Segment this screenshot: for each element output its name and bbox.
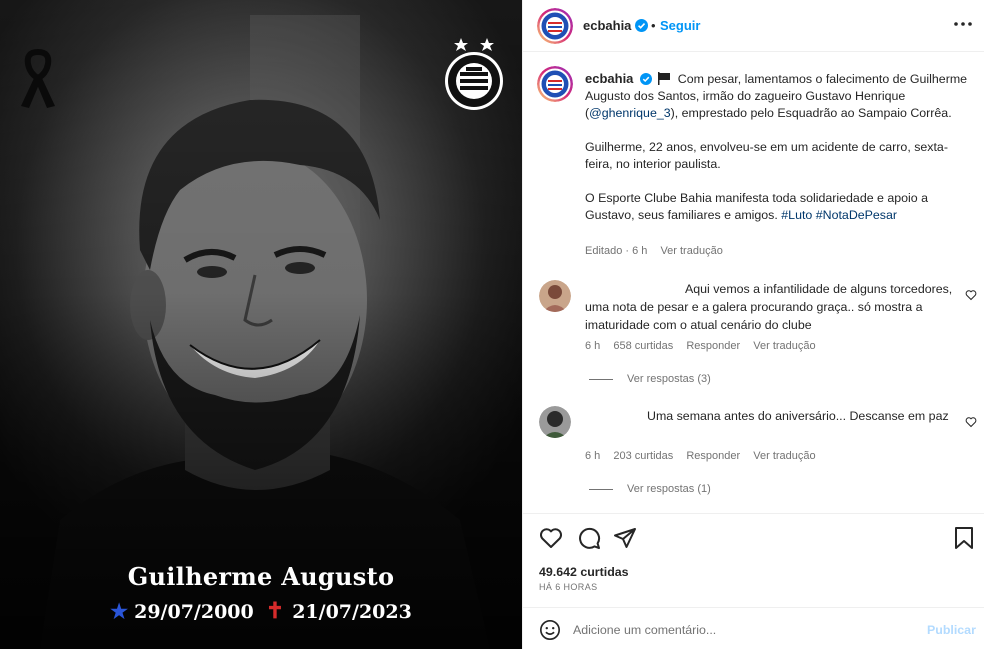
comment-1-meta: 6 h 658 curtidas Responder Ver tradução <box>585 340 826 352</box>
caption-translate-link[interactable]: Ver tradução <box>660 245 722 257</box>
comment-2-time: 6 h <box>585 450 601 462</box>
share-paper-plane-icon[interactable] <box>613 526 637 550</box>
comment-1-avatar[interactable] <box>539 280 571 312</box>
hashtag-notadepesar[interactable]: #NotaDePesar <box>816 208 897 222</box>
caption-text-2: Guilherme, 22 anos, envolveu-se em um ac… <box>585 140 948 171</box>
ecbahia-logo-icon <box>537 66 573 102</box>
ecbahia-logo-icon <box>537 8 573 44</box>
emoji-smiley-icon[interactable] <box>539 619 561 641</box>
club-badge-logo <box>445 38 503 110</box>
caption-text-1b: ), emprestado pelo Esquadrão ao Sampaio … <box>670 106 952 120</box>
user-photo-icon <box>539 406 571 438</box>
comment-1-text: Aqui vemos a infantilidade de alguns tor… <box>585 282 953 332</box>
comment-2-reply-button[interactable]: Responder <box>686 450 740 462</box>
comment-1-view-replies[interactable]: Ver respostas (3) <box>589 373 711 385</box>
comment-2-likes[interactable]: 203 curtidas <box>613 450 673 462</box>
red-cross-icon: ✝ <box>265 598 285 624</box>
comment-2-view-replies[interactable]: Ver respostas (1) <box>589 483 711 495</box>
mourning-ribbon-icon <box>21 48 55 108</box>
comment-2-translate-link[interactable]: Ver tradução <box>753 450 815 462</box>
more-options-icon[interactable] <box>953 14 973 34</box>
publish-button[interactable]: Publicar <box>927 623 976 637</box>
comment-2-avatar[interactable] <box>539 406 571 438</box>
replies-divider <box>589 488 613 490</box>
hashtag-luto[interactable]: #Luto <box>781 208 812 222</box>
post-header: ecbahia • Seguir <box>523 0 984 52</box>
ecbahia-avatar[interactable] <box>537 8 573 44</box>
comment-1-time: 6 h <box>585 340 601 352</box>
comment-2-meta: 6 h 203 curtidas Responder Ver tradução <box>585 450 826 462</box>
comment-1-like-icon[interactable] <box>965 289 977 301</box>
comment-1-reply-button[interactable]: Responder <box>686 340 740 352</box>
caption-edited-time: Editado · 6 h <box>585 245 648 257</box>
comment-2-replies-label[interactable]: Ver respostas (1) <box>627 483 711 495</box>
header-username[interactable]: ecbahia <box>583 18 631 33</box>
post-time-ago: HÁ 6 HORAS <box>539 582 598 592</box>
like-heart-icon[interactable] <box>539 526 563 550</box>
black-flag-icon <box>658 72 671 85</box>
mention-link[interactable]: @ghenrique_3 <box>589 106 670 120</box>
comment-2-like-icon[interactable] <box>965 416 977 428</box>
comment-1-translate-link[interactable]: Ver tradução <box>753 340 815 352</box>
header-separator: • <box>651 18 656 33</box>
post-side-panel: ecbahia • Seguir ecbahia Com pesar, lame… <box>522 0 984 649</box>
comment-1-replies-label[interactable]: Ver respostas (3) <box>627 373 711 385</box>
save-bookmark-icon[interactable] <box>953 526 975 550</box>
verified-badge-icon <box>635 19 648 32</box>
post-image[interactable]: Guilherme Augusto ★ 29/07/2000 ✝ 21/07/2023 <box>0 0 522 649</box>
caption-avatar[interactable] <box>537 66 573 102</box>
verified-badge-icon <box>639 73 652 85</box>
post-image-dates: ★ 29/07/2000 ✝ 21/07/2023 <box>0 598 522 624</box>
likes-count[interactable]: 49.642 curtidas <box>539 565 629 579</box>
comment-1-likes[interactable]: 658 curtidas <box>613 340 673 352</box>
action-bar <box>523 513 984 559</box>
caption-username[interactable]: ecbahia <box>585 71 633 86</box>
caption-meta: Editado · 6 h Ver tradução <box>585 245 733 257</box>
replies-divider <box>589 378 613 380</box>
comment-input[interactable] <box>573 620 913 640</box>
add-comment-bar: Publicar <box>523 607 984 649</box>
user-photo-icon <box>539 280 571 312</box>
comment-2-text: Uma semana antes do aniversário... Desca… <box>647 409 949 423</box>
post-caption: ecbahia Com pesar, lamentamos o falecime… <box>585 70 970 224</box>
death-date: 21/07/2023 <box>292 601 412 623</box>
comment-bubble-icon[interactable] <box>577 526 601 550</box>
post-image-name: Guilherme Augusto <box>127 562 395 591</box>
follow-button[interactable]: Seguir <box>660 18 700 33</box>
birth-date: 29/07/2000 <box>134 601 254 623</box>
blue-star-icon: ★ <box>110 599 129 623</box>
